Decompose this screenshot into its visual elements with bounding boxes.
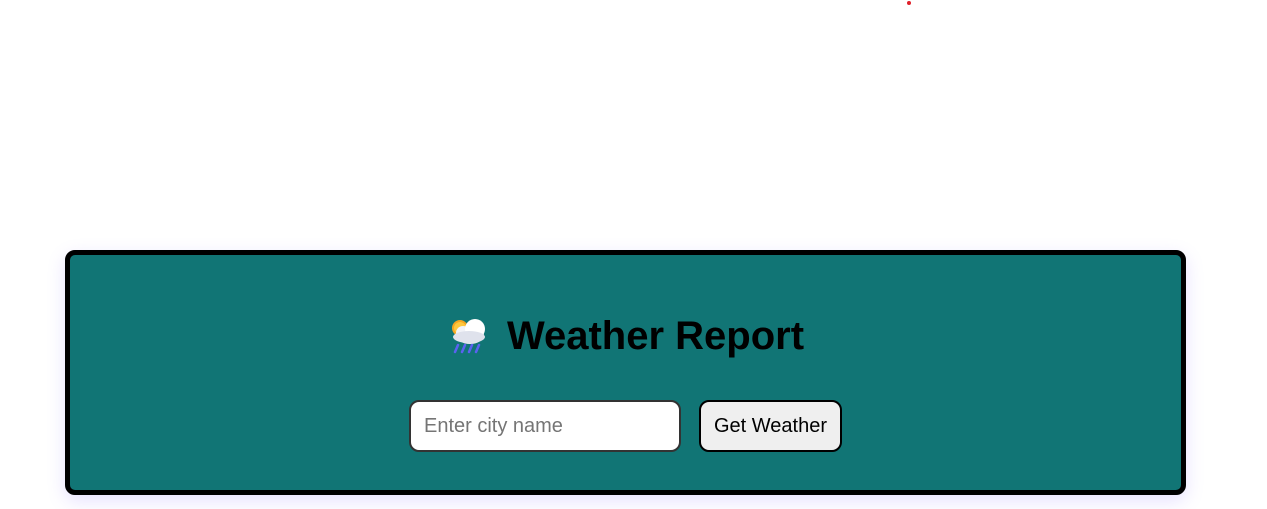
city-input[interactable] bbox=[408, 400, 681, 452]
get-weather-button[interactable]: Get Weather bbox=[698, 400, 843, 452]
search-controls: Get Weather bbox=[70, 400, 1181, 452]
page-title: Weather Report bbox=[506, 314, 805, 358]
indicator-dot bbox=[907, 1, 911, 5]
weather-card: Weather Report Get Weather bbox=[65, 250, 1186, 495]
header: Weather Report bbox=[70, 313, 1181, 359]
sun-behind-rain-cloud-icon bbox=[447, 315, 489, 357]
